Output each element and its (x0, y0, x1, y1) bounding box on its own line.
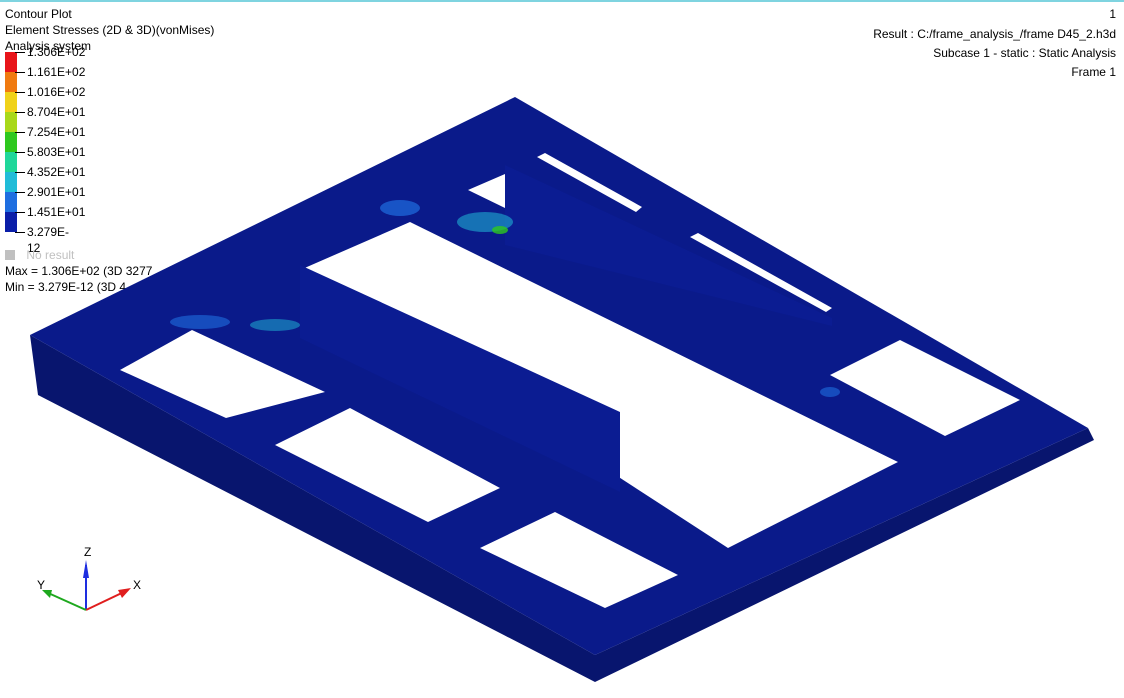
frame-model (30, 97, 1094, 682)
stress-hotspot (170, 315, 230, 329)
triad-y-label: Y (37, 578, 45, 592)
stress-hotspot (250, 319, 300, 331)
triad-x-label: X (133, 578, 141, 592)
stress-hotspot (492, 226, 508, 234)
triad-z-label: Z (84, 545, 91, 559)
stress-hotspot (820, 387, 840, 397)
model-viewport[interactable]: Z Y X (0, 0, 1124, 698)
stress-hotspot (380, 200, 420, 216)
axis-triad: Z Y X (37, 545, 141, 611)
